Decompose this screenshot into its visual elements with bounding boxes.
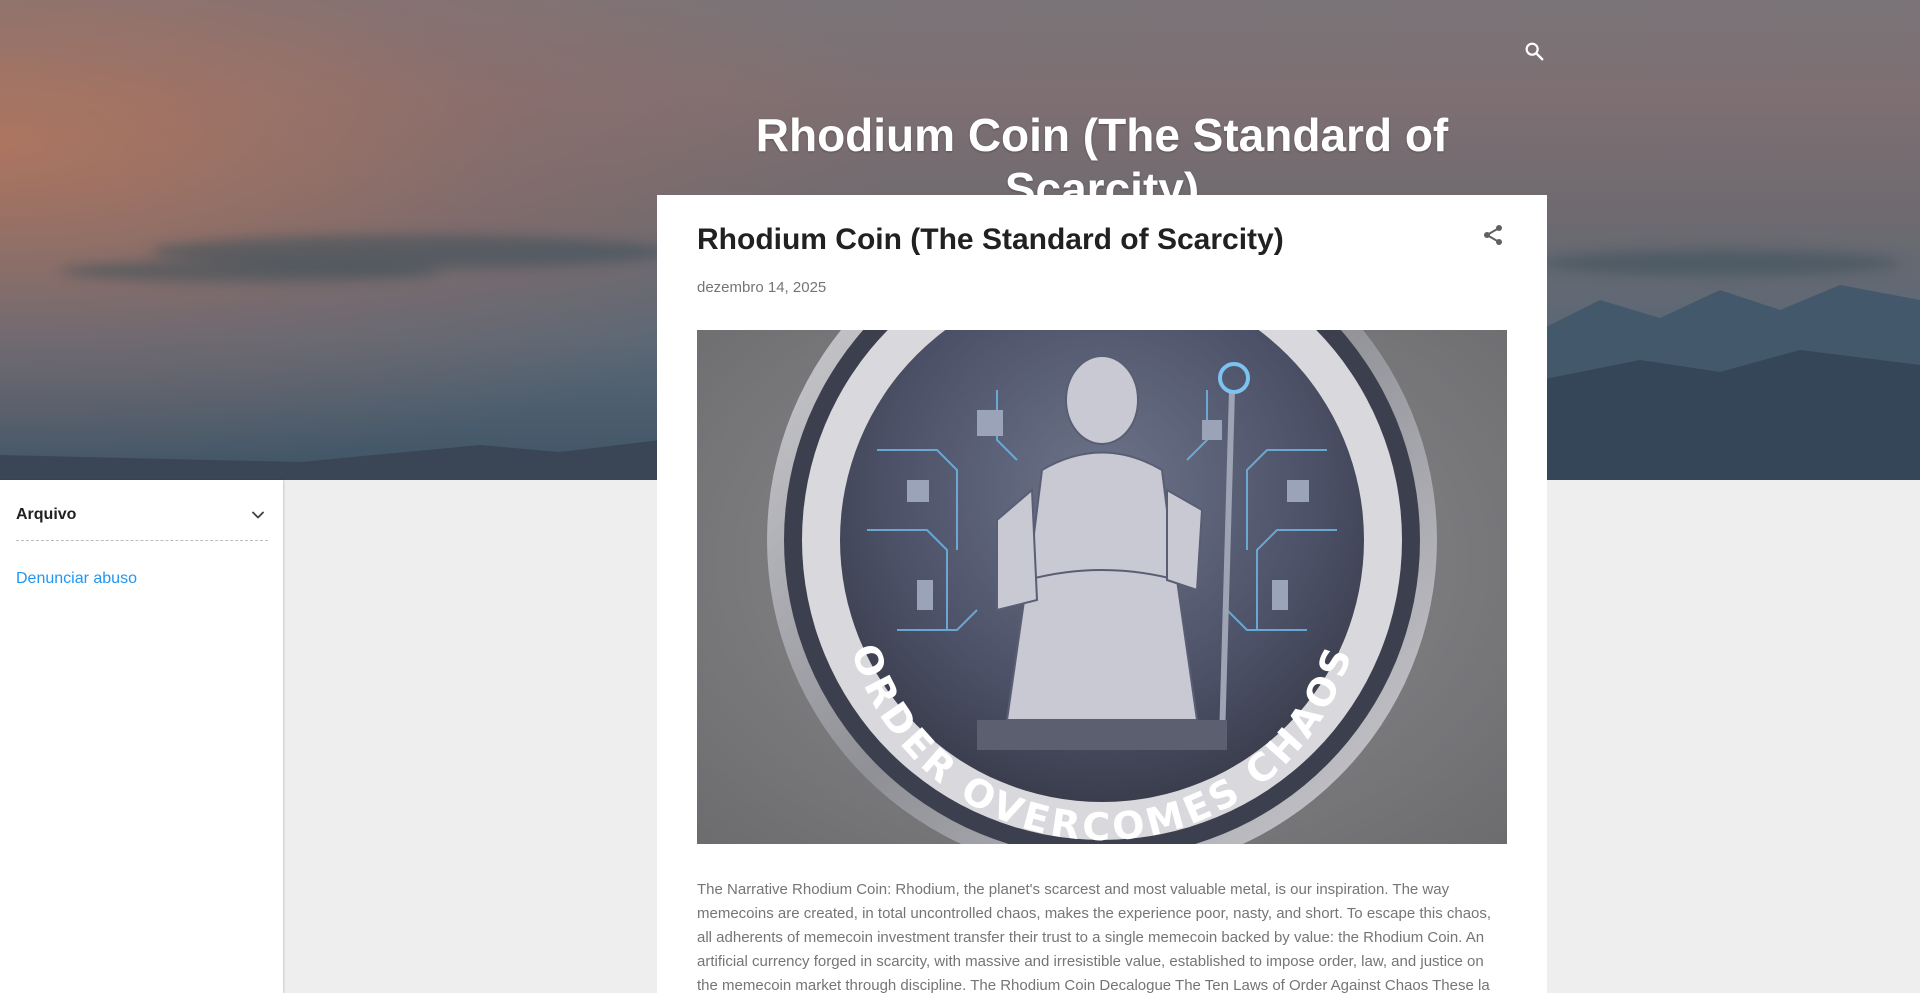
archive-label: Arquivo [16,506,77,523]
chevron-down-icon [252,511,264,519]
post-snippet-text: The Narrative Rhodium Coin: Rhodium, the… [697,881,1492,993]
archive-dropdown[interactable]: Arquivo [16,500,268,530]
post-snippet: The Narrative Rhodium Coin: Rhodium, the… [697,878,1507,993]
share-icon [1484,225,1502,245]
search-button[interactable] [1519,36,1549,66]
search-icon [1525,42,1544,61]
sidebar: Arquivo Denunciar abuso [0,480,283,993]
report-abuse-link[interactable]: Denunciar abuso [16,570,137,588]
post-image-coin[interactable]: ORDER OVERCOMES CHAOS [697,330,1507,844]
share-button[interactable] [1481,223,1505,247]
post-title[interactable]: Rhodium Coin (The Standard of Scarcity) [697,223,1284,257]
post-card: Rhodium Coin (The Standard of Scarcity) … [657,195,1547,993]
sidebar-divider [16,540,268,541]
post-date[interactable]: dezembro 14, 2025 [697,279,826,296]
coin-illustration: ORDER OVERCOMES CHAOS [767,330,1437,844]
